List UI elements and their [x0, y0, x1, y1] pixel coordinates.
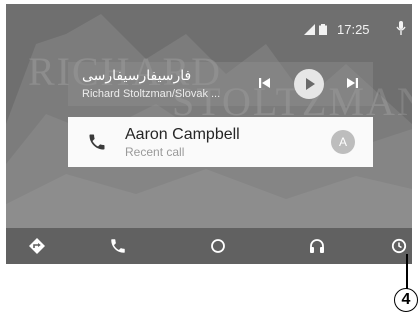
- play-button[interactable]: [294, 69, 324, 99]
- microphone-icon[interactable]: [396, 21, 406, 40]
- home-icon[interactable]: [209, 237, 227, 255]
- track-artist: Richard Stoltzman/Slovak ...: [82, 88, 221, 100]
- callout-number: 4: [394, 288, 418, 312]
- previous-track-button[interactable]: [258, 76, 272, 95]
- bottom-navigation-bar: [6, 228, 412, 264]
- phone-icon: [87, 132, 107, 157]
- contact-name: Aaron Campbell: [125, 126, 240, 143]
- contact-avatar: A: [331, 130, 355, 154]
- battery-icon: [319, 22, 327, 40]
- recent-call-card[interactable]: Aaron Campbell Recent call A: [68, 117, 373, 167]
- skip-previous-icon: [259, 78, 270, 88]
- android-auto-screen: RICHARD STOLTZMAN 17:25 فارسيفارسيفارسى …: [6, 4, 412, 264]
- call-type-label: Recent call: [125, 145, 185, 159]
- track-title: فارسيفارسيفارسى: [82, 68, 192, 84]
- next-track-button[interactable]: [345, 76, 359, 95]
- navigation-icon[interactable]: [28, 237, 46, 255]
- exit-icon[interactable]: [390, 237, 408, 255]
- phone-nav-icon[interactable]: [109, 237, 127, 255]
- status-time: 17:25: [337, 22, 370, 37]
- skip-next-icon: [347, 78, 358, 88]
- signal-icon: [304, 22, 315, 40]
- now-playing-card[interactable]: فارسيفارسيفارسى Richard Stoltzman/Slovak…: [68, 62, 373, 106]
- play-icon: [306, 78, 315, 90]
- headphones-icon[interactable]: [308, 237, 326, 255]
